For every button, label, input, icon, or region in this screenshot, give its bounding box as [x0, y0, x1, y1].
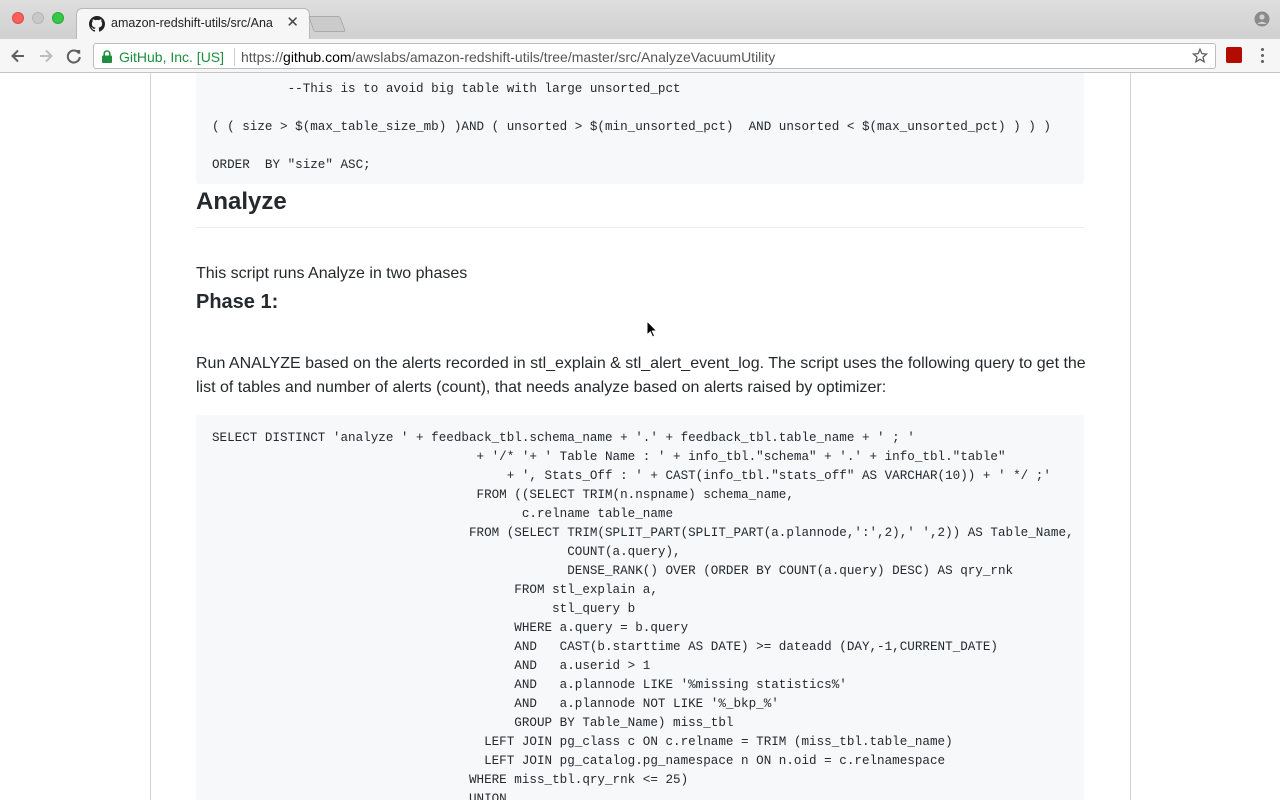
- url-host: github.com: [283, 49, 352, 65]
- code-line: FROM ((SELECT TRIM(n.nspname) schema_nam…: [212, 488, 794, 502]
- code-line: WHERE miss_tbl.qry_rnk <= 25): [212, 773, 689, 787]
- code-line: ORDER BY "size" ASC;: [212, 158, 371, 172]
- url-text[interactable]: https://github.com/awslabs/amazon-redshi…: [241, 49, 775, 65]
- code-block-unsorted-query: --This is to avoid big table with large …: [196, 73, 1084, 184]
- code-line: WHERE a.query = b.query: [212, 621, 689, 635]
- code-line: LEFT JOIN pg_class c ON c.relname = TRIM…: [212, 735, 953, 749]
- url-path: /awslabs/amazon-redshift-utils/tree/mast…: [351, 49, 776, 65]
- close-window-button[interactable]: [12, 12, 24, 24]
- readme-container: --This is to avoid big table with large …: [150, 73, 1131, 800]
- code-line: + '/* '+ ' Table Name : ' + info_tbl."sc…: [212, 450, 1006, 464]
- tab-title: amazon-redshift-utils/src/Ana: [111, 16, 273, 30]
- github-icon: [89, 16, 105, 32]
- code-line: c.relname table_name: [212, 507, 674, 521]
- close-tab-icon[interactable]: ✕: [286, 14, 299, 32]
- heading-analyze: Analyze: [196, 187, 1084, 228]
- minimize-window-button[interactable]: [32, 12, 44, 24]
- page-content: --This is to avoid big table with large …: [0, 73, 1280, 800]
- browser-menu-icon[interactable]: [1256, 46, 1268, 66]
- reload-icon[interactable]: [63, 45, 85, 67]
- browser-tab[interactable]: amazon-redshift-utils/src/Ana ✕: [76, 8, 310, 39]
- heading-phase-1: Phase 1:: [196, 291, 279, 313]
- code-line: + ', Stats_Off : ' + CAST(info_tbl."stat…: [212, 469, 1051, 483]
- code-line: --This is to avoid big table with large …: [212, 82, 681, 96]
- address-bar-divider: [234, 48, 235, 66]
- code-line: FROM (SELECT TRIM(SPLIT_PART(SPLIT_PART(…: [212, 526, 1074, 540]
- address-bar[interactable]: GitHub, Inc. [US] https://github.com/aws…: [93, 43, 1216, 69]
- back-arrow-icon[interactable]: [7, 45, 29, 67]
- code-line: SELECT DISTINCT 'analyze ' + feedback_tb…: [212, 431, 915, 445]
- code-line: stl_query b: [212, 602, 636, 616]
- code-line: GROUP BY Table_Name) miss_tbl: [212, 716, 734, 730]
- intro-paragraph: This script runs Analyze in two phases: [196, 265, 468, 282]
- browser-tab-strip: amazon-redshift-utils/src/Ana ✕: [0, 0, 1280, 39]
- code-line: ( ( size > $(max_table_size_mb) )AND ( u…: [212, 120, 1051, 134]
- mouse-pointer-icon: [646, 320, 658, 338]
- code-line: DENSE_RANK() OVER (ORDER BY COUNT(a.quer…: [212, 564, 1014, 578]
- lock-icon: [102, 50, 112, 63]
- code-line: COUNT(a.query),: [212, 545, 681, 559]
- code-line: AND CAST(b.starttime AS DATE) >= dateadd…: [212, 640, 998, 654]
- code-block-analyze-query: SELECT DISTINCT 'analyze ' + feedback_tb…: [196, 415, 1084, 800]
- code-line: LEFT JOIN pg_catalog.pg_namespace n ON n…: [212, 754, 946, 768]
- code-line: AND a.userid > 1: [212, 659, 651, 673]
- new-tab-button[interactable]: [308, 16, 346, 32]
- profile-icon[interactable]: [1254, 11, 1270, 27]
- zoom-window-button[interactable]: [52, 12, 64, 24]
- security-label[interactable]: GitHub, Inc. [US]: [119, 49, 224, 65]
- code-line: AND a.plannode NOT LIKE '%_bkp_%': [212, 697, 779, 711]
- forward-arrow-icon[interactable]: [35, 45, 57, 67]
- pdf-extension-icon[interactable]: [1226, 47, 1242, 63]
- bookmark-star-icon[interactable]: [1191, 47, 1209, 65]
- code-line: UNION: [212, 792, 507, 800]
- code-line: FROM stl_explain a,: [212, 583, 658, 597]
- code-line: AND a.plannode LIKE '%missing statistics…: [212, 678, 847, 692]
- phase1-description: Run ANALYZE based on the alerts recorded…: [196, 355, 1086, 396]
- url-scheme: https://: [241, 49, 284, 65]
- browser-toolbar: GitHub, Inc. [US] https://github.com/aws…: [0, 39, 1280, 73]
